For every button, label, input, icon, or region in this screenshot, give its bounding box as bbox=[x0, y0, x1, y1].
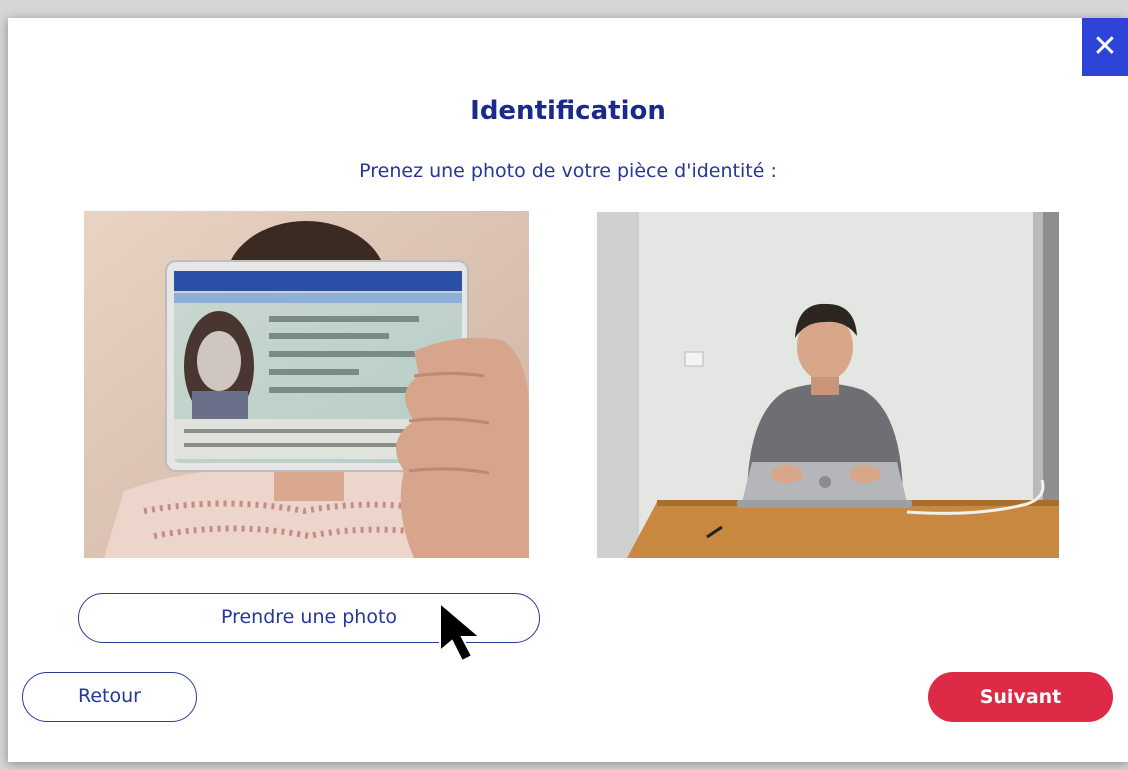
back-button[interactable]: Retour bbox=[22, 672, 197, 722]
close-icon: ✕ bbox=[1092, 29, 1118, 64]
webcam-feed bbox=[597, 212, 1059, 558]
close-button[interactable]: ✕ bbox=[1082, 18, 1128, 76]
page-title: Identification bbox=[470, 96, 666, 126]
identification-modal: ✕ Identification Prenez une photo de vot… bbox=[8, 18, 1128, 762]
mouse-pointer-icon bbox=[439, 601, 483, 663]
instruction-text: Prenez une photo de votre pièce d'identi… bbox=[359, 160, 777, 182]
next-button[interactable]: Suivant bbox=[928, 672, 1113, 722]
id-card-photo bbox=[84, 211, 529, 558]
